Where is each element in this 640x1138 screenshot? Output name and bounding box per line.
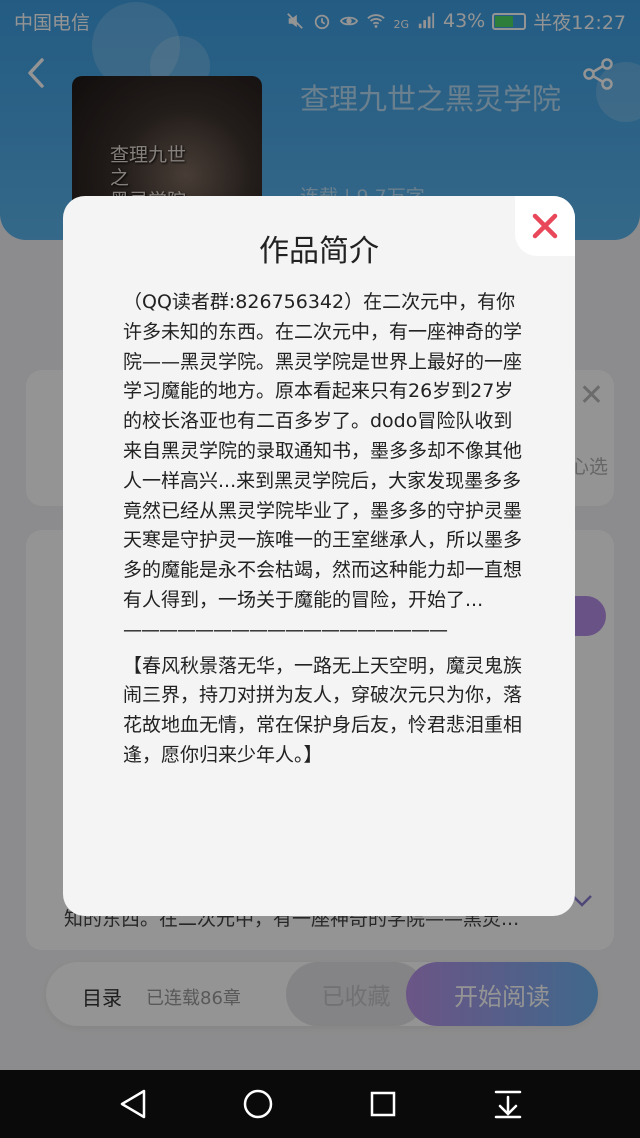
synopsis-paragraph: （QQ读者群:826756342）在二次元中，有你许多未知的东西。在二次元中，有… — [123, 291, 523, 611]
separator: —————————————————— — [123, 618, 448, 641]
navigation-bar — [0, 1070, 640, 1138]
circle-home-icon — [243, 1089, 272, 1119]
close-icon — [532, 213, 558, 239]
close-button[interactable] — [515, 196, 575, 256]
synopsis-poem: 【春风秋景落无华，一路无上天空明，魔灵鬼族闹三界，持刀对拼为友人，穿破次元只为你… — [123, 654, 523, 766]
nav-home-button[interactable] — [238, 1084, 278, 1124]
nav-recents-button[interactable] — [363, 1084, 403, 1124]
triangle-back-icon — [120, 1089, 145, 1119]
square-recents-icon — [370, 1091, 395, 1117]
synopsis-dialog: 作品简介 （QQ读者群:826756342）在二次元中，有你许多未知的东西。在二… — [63, 196, 575, 916]
synopsis-text: （QQ读者群:826756342）在二次元中，有你许多未知的东西。在二次元中，有… — [123, 288, 523, 771]
nav-back-button[interactable] — [113, 1084, 153, 1124]
nav-notification-button[interactable] — [488, 1084, 528, 1124]
pull-down-icon — [494, 1090, 521, 1119]
dialog-title: 作品简介 — [259, 234, 379, 269]
